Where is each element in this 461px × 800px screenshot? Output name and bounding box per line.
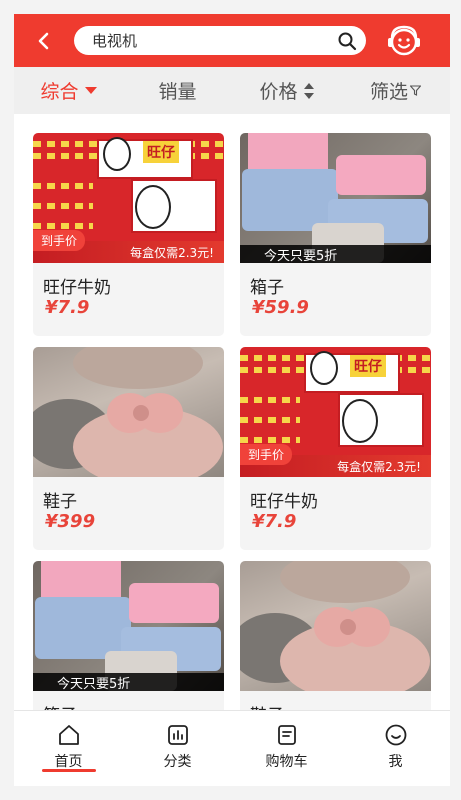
- nav-home[interactable]: 首页: [14, 711, 123, 786]
- tab-label: 综合: [40, 81, 79, 103]
- smiley-headset-icon: [388, 25, 420, 55]
- search-input[interactable]: 电视机: [92, 30, 336, 51]
- tab-label: 销量: [158, 81, 197, 103]
- product-name: 鞋子: [43, 492, 77, 512]
- search-box[interactable]: 电视机: [74, 26, 366, 55]
- product-name: 鞋子: [250, 701, 284, 710]
- tab-sales[interactable]: 销量: [123, 67, 232, 114]
- milk-logo-text: 旺仔: [350, 355, 386, 377]
- nav-label: 首页: [54, 754, 83, 770]
- product-card[interactable]: 鞋子: [240, 561, 431, 710]
- product-card[interactable]: 今天只要5折 箱子 ¥59.9: [240, 133, 431, 336]
- product-price: ¥59.9: [252, 297, 309, 318]
- tab-label: 价格: [259, 81, 298, 103]
- top-bar: 电视机: [14, 14, 450, 67]
- nav-category[interactable]: 分类: [123, 711, 232, 786]
- product-name: 箱子: [43, 701, 77, 710]
- product-image: [240, 561, 431, 691]
- product-image: 旺仔 每盒仅需2.3元! 到手价: [240, 347, 431, 477]
- triangle-down-icon: [84, 86, 97, 95]
- product-card[interactable]: 旺仔 每盒仅需2.3元! 到手价 旺仔牛奶 ¥7.9: [240, 347, 431, 550]
- tab-filter[interactable]: 筛选: [341, 67, 450, 114]
- product-name: 箱子: [250, 278, 284, 298]
- product-image: 今天只要5折: [33, 561, 224, 691]
- product-price: ¥7.9: [45, 297, 90, 318]
- nav-label: 分类: [163, 754, 192, 770]
- back-button[interactable]: [14, 14, 74, 67]
- home-icon: [58, 725, 79, 745]
- search-icon[interactable]: [336, 30, 358, 52]
- service-button[interactable]: [366, 14, 442, 67]
- product-grid: 旺仔 每盒仅需2.3元! 到手价 旺仔牛奶 ¥7.9 今天只要5折 箱子 ¥59…: [14, 114, 450, 710]
- sort-updown-icon: [303, 82, 314, 100]
- price-promo-badge: 到手价: [33, 230, 86, 251]
- product-price: ¥7.9: [252, 511, 297, 532]
- chart-icon: [167, 725, 188, 745]
- product-name: 旺仔牛奶: [250, 492, 318, 512]
- smiley-icon: [385, 724, 406, 746]
- product-price: ¥399: [45, 511, 96, 532]
- filter-icon: [410, 85, 421, 96]
- product-image: 旺仔 每盒仅需2.3元! 到手价: [33, 133, 224, 263]
- price-promo-badge: 到手价: [240, 444, 293, 465]
- nav-cart[interactable]: 购物车: [232, 711, 341, 786]
- promo-strip: 今天只要5折: [240, 245, 431, 263]
- promo-strip: 今天只要5折: [33, 673, 224, 691]
- bottom-nav: 首页 分类 购物车 我: [14, 710, 450, 786]
- product-name: 旺仔牛奶: [43, 278, 111, 298]
- nav-me[interactable]: 我: [341, 711, 450, 786]
- nav-label: 购物车: [265, 754, 308, 770]
- product-image: [33, 347, 224, 477]
- active-indicator: [41, 769, 96, 772]
- chevron-left-icon: [38, 32, 49, 49]
- product-card[interactable]: 鞋子 ¥399: [33, 347, 224, 550]
- product-card[interactable]: 今天只要5折 箱子: [33, 561, 224, 710]
- tab-comprehensive[interactable]: 综合: [14, 67, 123, 114]
- milk-logo-text: 旺仔: [143, 141, 179, 163]
- tab-price[interactable]: 价格: [232, 67, 341, 114]
- product-card[interactable]: 旺仔 每盒仅需2.3元! 到手价 旺仔牛奶 ¥7.9: [33, 133, 224, 336]
- sort-tabs: 综合 销量 价格 筛选: [14, 67, 450, 114]
- document-icon: [277, 725, 296, 745]
- nav-label: 我: [388, 754, 403, 770]
- tab-label: 筛选: [369, 81, 408, 103]
- product-image: 今天只要5折: [240, 133, 431, 263]
